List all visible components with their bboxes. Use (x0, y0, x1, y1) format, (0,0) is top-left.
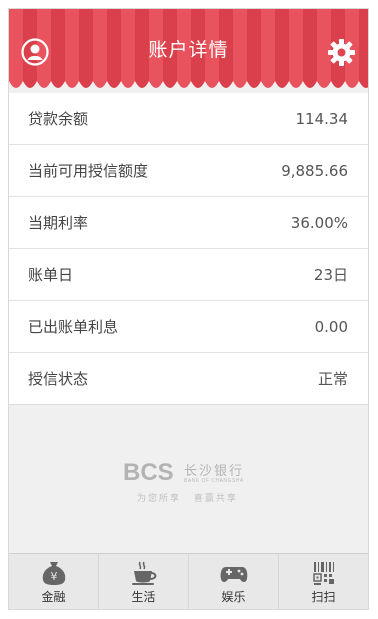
awning-scallop (233, 79, 247, 88)
detail-value: 9,885.66 (281, 161, 348, 180)
awning-scallop (23, 79, 37, 88)
awning-scallop (65, 79, 79, 88)
detail-value: 正常 (317, 370, 348, 388)
tab-label: 扫扫 (311, 590, 336, 604)
svg-text:¥: ¥ (50, 570, 57, 583)
detail-row-interest-rate: 当期利率 36.00% (9, 196, 368, 248)
tab-life[interactable]: 生活 (98, 554, 188, 609)
tab-scan[interactable]: 扫扫 (278, 554, 368, 609)
gear-icon[interactable] (327, 38, 356, 67)
detail-row-billed-interest: 已出账单利息 0.00 (9, 300, 368, 352)
bottom-tab-bar: ¥ 金融 生活 娱乐 扫扫 (9, 553, 368, 609)
tab-finance[interactable]: ¥ 金融 (9, 554, 98, 609)
awning-scallop (317, 79, 331, 88)
detail-label: 当期利率 (28, 214, 89, 232)
detail-label: 账单日 (28, 266, 74, 284)
awning-scallop (331, 79, 345, 88)
awning-scallop (107, 79, 121, 88)
app-screen: 账户详情 贷款余额 114.34 当前可用授信额度 9,885.66 当期利率 … (9, 9, 368, 609)
awning-scallop (9, 79, 23, 88)
header-bar: 账户详情 (9, 9, 368, 93)
awning-scallop (191, 79, 205, 88)
tab-entertainment[interactable]: 娱乐 (188, 554, 278, 609)
detail-label: 当前可用授信额度 (28, 162, 149, 180)
awning-scallop (275, 79, 289, 88)
awning-scallop (135, 79, 149, 88)
bank-logo: BCS 长沙银行 BANK OF CHANGSHA 为您所享 喜赢共享 (109, 451, 269, 511)
awning-scallop (303, 79, 317, 88)
tab-label: 生活 (131, 590, 156, 604)
detail-row-billing-day: 账单日 23日 (9, 248, 368, 300)
awning-scallop (177, 79, 191, 88)
tab-label: 金融 (41, 590, 66, 604)
bank-logo-letters: BCS (123, 459, 174, 486)
awning-scallop (359, 79, 368, 88)
awning-scallop (51, 79, 65, 88)
awning-scallop (205, 79, 219, 88)
awning-scallop (149, 79, 163, 88)
barcode-scan-icon (312, 562, 334, 585)
bank-slogan: 为您所享 喜赢共享 (137, 494, 238, 504)
tab-label: 娱乐 (221, 590, 246, 604)
detail-row-credit-status: 授信状态 正常 (9, 352, 368, 404)
money-bag-icon: ¥ (42, 562, 65, 585)
awning-scallop (121, 79, 135, 88)
detail-value: 23日 (313, 266, 348, 284)
awning-scallop (37, 79, 51, 88)
gamepad-icon (220, 567, 247, 582)
awning-scallop (261, 79, 275, 88)
awning-scallop (247, 79, 261, 88)
bank-name: 长沙银行 (184, 464, 245, 479)
detail-label: 授信状态 (28, 370, 89, 388)
detail-value: 36.00% (290, 213, 348, 232)
awning-scallop (79, 79, 93, 88)
account-details-list: 贷款余额 114.34 当前可用授信额度 9,885.66 当期利率 36.00… (9, 93, 368, 405)
awning-scallop (219, 79, 233, 88)
awning-scallop (163, 79, 177, 88)
coffee-cup-icon (131, 561, 156, 585)
detail-row-available-credit: 当前可用授信额度 9,885.66 (9, 144, 368, 196)
awning-scallop (345, 79, 359, 88)
detail-value: 0.00 (314, 317, 348, 336)
detail-value: 114.34 (295, 109, 349, 128)
awning-scallop (93, 79, 107, 88)
detail-label: 贷款余额 (28, 110, 89, 128)
detail-label: 已出账单利息 (28, 318, 119, 336)
awning-scallop (289, 79, 303, 88)
detail-row-loan-balance: 贷款余额 114.34 (9, 93, 368, 144)
bank-name-english: BANK OF CHANGSHA (184, 478, 244, 484)
page-title: 账户详情 (148, 39, 229, 61)
